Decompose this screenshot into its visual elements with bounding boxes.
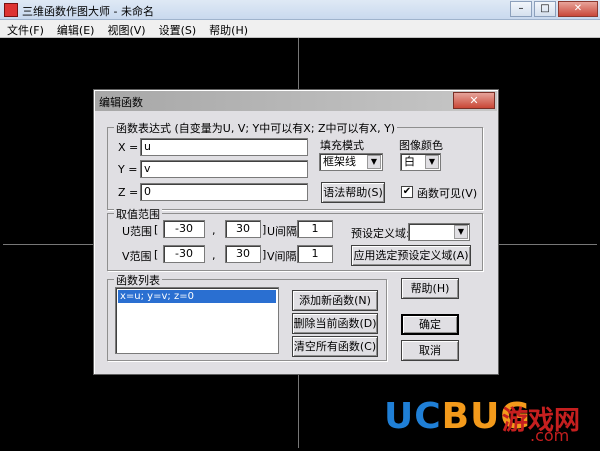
watermark-com: .com	[530, 426, 570, 445]
help-button[interactable]: 帮助(H)	[401, 278, 459, 299]
dialog-title: 编辑函数	[99, 96, 143, 109]
close-button[interactable]: ✕	[558, 1, 598, 17]
apply-preset-button[interactable]: 应用选定预设定义域(A)	[351, 245, 471, 266]
dialog-close-button[interactable]: ✕	[453, 92, 495, 109]
u-range-label: U范围	[122, 225, 153, 238]
u-bracket-close: ]	[262, 223, 267, 236]
z-expression-input[interactable]: 0	[140, 183, 308, 201]
v-max-input[interactable]: 30	[225, 245, 261, 263]
clear-functions-button[interactable]: 清空所有函数(C)	[292, 336, 378, 357]
expression-group: 函数表达式 (自变量为U, V; Y中可以有X; Z中可以有X, Y) X = …	[107, 120, 483, 210]
fill-mode-label: 填充模式	[320, 139, 364, 152]
syntax-help-button[interactable]: 语法帮助(S)	[321, 182, 385, 203]
function-visible-checkbox[interactable]: ✔	[401, 186, 413, 198]
maximize-button[interactable]: □	[534, 1, 556, 17]
app-window: 三维函数作图大师 - 未命名 – □ ✕ 文件(F) 编辑(E) 视图(V) 设…	[0, 0, 600, 451]
v-bracket-open: [	[154, 248, 159, 261]
function-list-group: 函数列表 x=u; y=v; z=0 添加新函数(N) 删除当前函数(D) 清空…	[107, 272, 387, 361]
expression-group-title: 函数表达式 (自变量为U, V; Y中可以有X; Z中可以有X, Y)	[114, 120, 398, 136]
u-bracket-open: [	[154, 223, 159, 236]
chevron-down-icon: ▼	[454, 225, 468, 239]
v-min-input[interactable]: -30	[163, 245, 205, 263]
menu-help[interactable]: 帮助(H)	[202, 20, 254, 37]
v-comma: ,	[212, 249, 216, 262]
delete-function-button[interactable]: 删除当前函数(D)	[292, 313, 378, 334]
image-color-label: 图像颜色	[399, 139, 443, 152]
preset-domain-select[interactable]: ▼	[408, 223, 470, 241]
window-title: 三维函数作图大师 - 未命名	[22, 5, 154, 18]
v-step-label: V间隔	[267, 250, 297, 263]
menu-file[interactable]: 文件(F)	[0, 20, 50, 37]
u-step-label: U间隔	[267, 225, 298, 238]
function-listbox[interactable]: x=u; y=v; z=0	[115, 287, 279, 354]
x-expression-input[interactable]: u	[140, 138, 308, 156]
u-comma: ,	[212, 224, 216, 237]
add-function-button[interactable]: 添加新函数(N)	[292, 290, 378, 311]
app-icon	[4, 3, 18, 17]
title-bar[interactable]: 三维函数作图大师 - 未命名 – □ ✕	[0, 0, 600, 20]
fill-mode-value: 框架线	[323, 155, 356, 168]
chevron-down-icon: ▼	[367, 155, 381, 169]
v-bracket-close: ]	[262, 248, 267, 261]
image-color-select[interactable]: 白 ▼	[400, 153, 441, 171]
menu-view[interactable]: 视图(V)	[100, 20, 151, 37]
y-expression-input[interactable]: v	[140, 160, 308, 178]
v-range-label: V范围	[122, 250, 152, 263]
menu-bar: 文件(F) 编辑(E) 视图(V) 设置(S) 帮助(H)	[0, 20, 600, 38]
ucbug-watermark: UCBUG 游戏网 .com	[384, 392, 598, 448]
minimize-button[interactable]: –	[510, 1, 532, 17]
chevron-down-icon: ▼	[425, 155, 439, 169]
y-label: Y =	[118, 163, 138, 176]
range-group-title: 取值范围	[114, 206, 162, 222]
image-color-value: 白	[404, 155, 415, 168]
v-step-input[interactable]: 1	[297, 245, 333, 263]
function-list-group-title: 函数列表	[114, 272, 162, 288]
function-visible-label: 函数可见(V)	[417, 187, 478, 200]
cancel-button[interactable]: 取消	[401, 340, 459, 361]
preset-domain-label: 预设定义域:	[351, 227, 410, 240]
u-step-input[interactable]: 1	[297, 220, 333, 238]
u-max-input[interactable]: 30	[225, 220, 261, 238]
range-group: 取值范围 U范围 [ -30 , 30 ] U间隔 1 V范围 [ -30 , …	[107, 206, 483, 271]
window-controls: – □ ✕	[508, 1, 598, 17]
fill-mode-select[interactable]: 框架线 ▼	[319, 153, 383, 171]
menu-settings[interactable]: 设置(S)	[152, 20, 203, 37]
z-label: Z =	[118, 186, 139, 199]
edit-function-dialog: 编辑函数 ✕ 函数表达式 (自变量为U, V; Y中可以有X; Z中可以有X, …	[93, 89, 499, 375]
x-label: X =	[118, 141, 139, 154]
list-item[interactable]: x=u; y=v; z=0	[118, 290, 276, 303]
ok-button[interactable]: 确定	[401, 314, 459, 335]
menu-edit[interactable]: 编辑(E)	[50, 20, 101, 37]
dialog-title-bar[interactable]: 编辑函数 ✕	[95, 91, 497, 111]
u-min-input[interactable]: -30	[163, 220, 205, 238]
watermark-logo-uc: UC	[384, 396, 442, 437]
